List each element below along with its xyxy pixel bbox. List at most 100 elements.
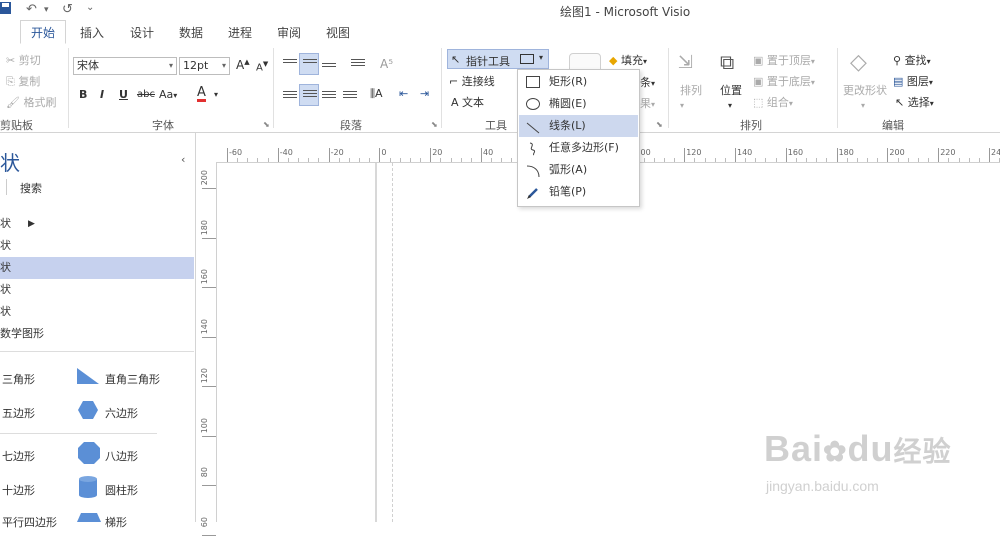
change-shape-icon[interactable]: ◇ — [850, 50, 867, 75]
ruler-minor-tick — [247, 158, 249, 162]
bullets-icon[interactable] — [351, 57, 365, 69]
ruler-major-tick — [481, 148, 482, 162]
shape-right-triangle[interactable]: 直角三角形 — [105, 371, 160, 387]
vertical-text-icon[interactable]: ⫼A — [370, 87, 383, 101]
stencil-item-active[interactable]: 状 — [0, 257, 194, 279]
tab-design[interactable]: 设计 — [130, 24, 154, 41]
find-button[interactable]: ⚲ 查找▾ — [893, 52, 931, 68]
change-shape-button[interactable]: 更改形状 ▾ — [843, 82, 887, 111]
menu-item-ellipse[interactable]: 椭圆(E) — [519, 93, 638, 115]
align-left-icon[interactable] — [283, 89, 297, 101]
copy-button[interactable]: ⎘ 复制 — [6, 73, 40, 89]
tab-process[interactable]: 进程 — [228, 24, 252, 41]
customize-qat-icon[interactable]: ⌄ — [86, 2, 94, 13]
bold-button[interactable]: B — [79, 88, 87, 101]
search-tab[interactable]: 搜索 — [20, 180, 42, 196]
text-tool-button[interactable]: A 文本 — [451, 94, 484, 110]
redo-icon[interactable]: ↺ — [62, 2, 73, 17]
shape-decagon[interactable]: 十边形 — [2, 482, 35, 498]
effects-button[interactable]: 果▾ — [640, 95, 655, 111]
align-middle-button[interactable] — [299, 53, 319, 75]
position-icon[interactable]: ⧉ — [720, 50, 734, 74]
bring-to-front-button[interactable]: ▣ 置于顶层▾ — [753, 52, 815, 68]
tab-home[interactable]: 开始 — [20, 20, 67, 44]
menu-item-freeform[interactable]: 任意多边形(F) — [519, 137, 638, 159]
justify-icon[interactable] — [343, 89, 357, 101]
shrink-font-button[interactable]: A▼ — [256, 60, 268, 73]
change-case-button[interactable]: Aa▾ — [159, 88, 177, 101]
save-icon[interactable] — [0, 1, 12, 19]
shape-trapezoid[interactable]: 梯形 — [105, 514, 127, 530]
ruler-minor-tick — [257, 158, 259, 162]
shape-parallelogram[interactable]: 平行四边形 — [2, 514, 57, 530]
menu-item-pencil[interactable]: 铅笔(P) — [519, 181, 638, 203]
shape-heptagon[interactable]: 七边形 — [2, 448, 35, 464]
align-right-icon[interactable] — [322, 89, 336, 101]
grow-font-button[interactable]: A▲ — [236, 58, 250, 72]
dialog-launcher-icon[interactable]: ⬊ — [656, 120, 663, 129]
italic-button[interactable]: I — [100, 88, 104, 101]
binoculars-icon: ⚲ — [893, 54, 902, 67]
trapezoid-icon[interactable] — [77, 513, 101, 522]
undo-dropdown-icon[interactable]: ▾ — [44, 5, 49, 15]
strikethrough-button[interactable]: abc — [137, 89, 155, 100]
dialog-launcher-icon[interactable]: ⬊ — [263, 120, 270, 129]
hexagon-icon[interactable] — [77, 400, 99, 420]
font-size-select[interactable]: 12pt ▾ — [179, 57, 230, 75]
position-button[interactable]: 位置 ▾ — [720, 82, 742, 111]
font-name-select[interactable]: 宋体 ▾ — [73, 57, 177, 75]
stencil-item[interactable]: 状 — [0, 235, 194, 257]
dialog-launcher-icon[interactable]: ⬊ — [431, 120, 438, 129]
ruler-minor-tick — [765, 158, 767, 162]
stencil-item[interactable]: 状 ▶ — [0, 213, 194, 235]
tab-data[interactable]: 数据 — [179, 24, 203, 41]
separator — [68, 48, 69, 128]
cylinder-icon[interactable] — [78, 475, 98, 499]
right-triangle-icon[interactable] — [76, 367, 100, 385]
stencil-item[interactable]: 状 — [0, 301, 194, 323]
tab-view[interactable]: 视图 — [326, 24, 350, 41]
align-center-button[interactable] — [299, 84, 319, 106]
ruler-minor-tick — [298, 158, 300, 162]
menu-item-arc[interactable]: 弧形(A) — [519, 159, 638, 181]
shape-pentagon[interactable]: 五边形 — [2, 405, 35, 421]
arrange-button[interactable]: 排列 ▾ — [680, 82, 702, 111]
cut-button[interactable]: ✂ 剪切 — [6, 52, 41, 68]
font-color-button[interactable]: A — [197, 86, 206, 102]
align-bottom-icon[interactable] — [322, 61, 336, 73]
shape-cylinder[interactable]: 圆柱形 — [105, 482, 138, 498]
ruler-label: 240 — [991, 148, 1000, 157]
pointer-tool-button[interactable]: ↖ 指针工具 ▾ — [447, 49, 549, 69]
undo-icon[interactable]: ↶ — [26, 2, 37, 17]
connector-button[interactable]: ⌐ 连接线 — [449, 73, 495, 89]
layers-button[interactable]: ▤ 图层▾ — [893, 73, 933, 89]
separator — [441, 48, 442, 128]
tab-insert[interactable]: 插入 — [80, 24, 104, 41]
stencil-item[interactable]: 数学图形 — [0, 323, 194, 345]
underline-button[interactable]: U — [119, 88, 128, 101]
shape-hexagon[interactable]: 六边形 — [105, 405, 138, 421]
auto-align-icon[interactable]: ⇲ — [678, 52, 693, 73]
fill-button[interactable]: ◆ 填充▾ — [609, 52, 647, 68]
collapse-panel-icon[interactable]: ‹ — [181, 153, 185, 166]
decrease-indent-icon[interactable]: ⇤ — [399, 87, 408, 100]
shape-octagon[interactable]: 八边形 — [105, 448, 138, 464]
increase-indent-icon[interactable]: ⇥ — [420, 87, 429, 100]
chevron-down-icon[interactable]: ▾ — [214, 90, 218, 99]
stencil-item[interactable]: 状 — [0, 279, 194, 301]
vertical-ruler: 200 180 160 140 120 100 80 60 — [199, 162, 217, 536]
menu-item-rectangle[interactable]: 矩形(R) — [519, 71, 638, 93]
tab-review[interactable]: 审阅 — [277, 24, 301, 41]
select-button[interactable]: ↖ 选择▾ — [895, 94, 934, 110]
format-painter-button[interactable]: 🖌 格式刷 — [6, 94, 56, 110]
align-top-icon[interactable] — [283, 57, 297, 69]
text-icon: A — [451, 96, 459, 109]
text-direction-icon[interactable]: A⁵ — [380, 57, 393, 71]
send-to-back-button[interactable]: ▣ 置于底层▾ — [753, 73, 815, 89]
line-style-button[interactable]: 条▾ — [640, 74, 655, 90]
menu-item-line[interactable]: 线条(L) — [519, 115, 638, 137]
ruler-label: 120 — [686, 148, 702, 157]
shape-triangle[interactable]: 三角形 — [2, 371, 35, 387]
group-button[interactable]: ⬚ 组合▾ — [753, 94, 793, 110]
octagon-icon[interactable] — [77, 441, 101, 465]
